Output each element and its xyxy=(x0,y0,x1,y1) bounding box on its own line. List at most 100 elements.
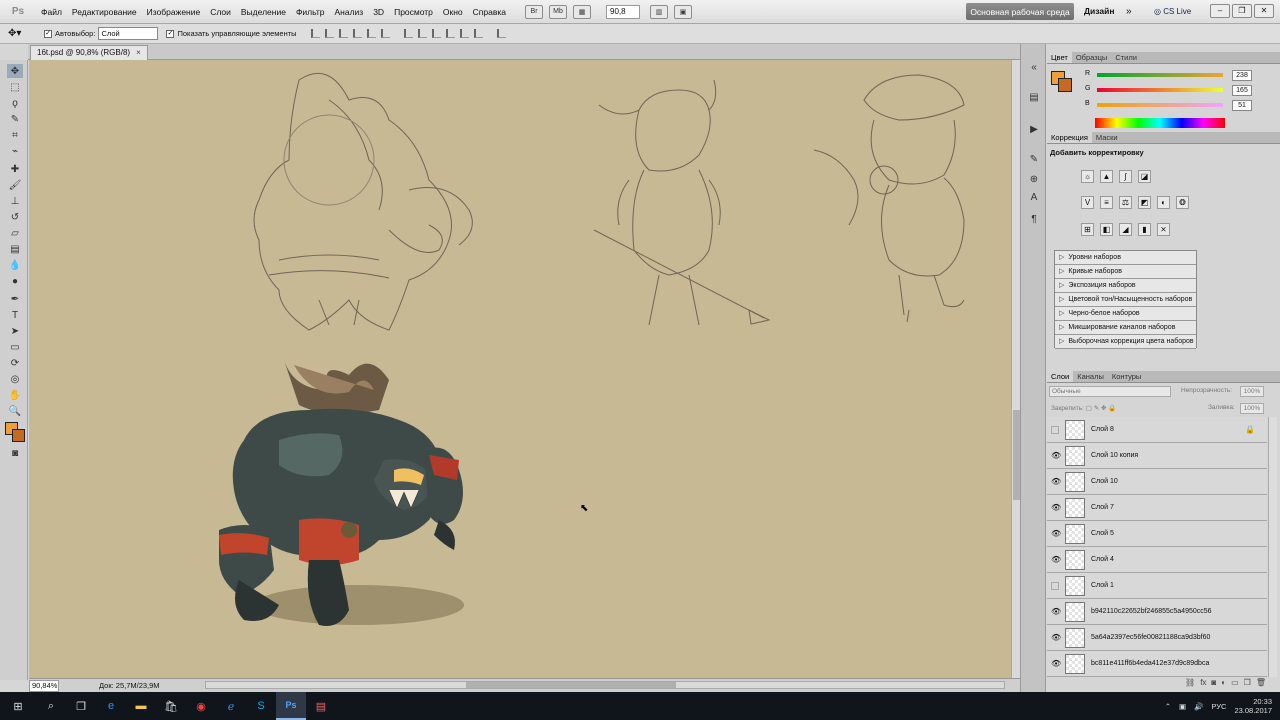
align-hcenter-icon[interactable] xyxy=(366,29,376,38)
move-tool-preset-icon[interactable]: ✥▾ xyxy=(8,26,36,42)
layers-scrollbar[interactable] xyxy=(1268,417,1277,677)
expand-arrow-icon[interactable]: ▷ xyxy=(1059,293,1064,306)
distribute-bottom-icon[interactable] xyxy=(431,29,441,38)
invert-icon[interactable]: ⊞ xyxy=(1081,223,1094,236)
pen-tool-icon[interactable]: ✒ xyxy=(7,292,23,306)
add-mask-icon[interactable]: ◙ xyxy=(1211,678,1216,690)
preset-item[interactable]: ▷ Черно-белое наборов xyxy=(1055,307,1196,321)
green-slider[interactable] xyxy=(1097,88,1223,92)
character-panel-icon[interactable]: A xyxy=(1027,190,1041,204)
close-button[interactable]: ✕ xyxy=(1254,4,1274,18)
expand-arrow-icon[interactable]: ▷ xyxy=(1059,307,1064,320)
clone-source-panel-icon[interactable]: ⊕ xyxy=(1027,172,1041,186)
clock[interactable]: 20:33 23.08.2017 xyxy=(1234,697,1272,715)
3d-orbit-tool-icon[interactable]: ◎ xyxy=(7,372,23,386)
exposure-icon[interactable]: ◪ xyxy=(1138,170,1151,183)
screen-mode-button[interactable]: ▣ xyxy=(674,4,693,19)
shape-tool-icon[interactable]: ▭ xyxy=(7,340,23,354)
red-value-field[interactable]: 238 xyxy=(1232,70,1252,81)
gradient-map-icon[interactable]: ▮ xyxy=(1138,223,1151,236)
layer-style-icon[interactable]: fx xyxy=(1200,678,1206,690)
layer-row[interactable]: 👁 Слой 7 xyxy=(1047,495,1267,521)
align-bottom-icon[interactable] xyxy=(338,29,348,38)
marquee-tool-icon[interactable]: ⬚ xyxy=(7,80,23,94)
new-adjustment-icon[interactable]: ◐ xyxy=(1221,678,1226,690)
cs-live-button[interactable]: ◎ CS Live xyxy=(1154,3,1191,20)
layer-row[interactable]: 👁 Слой 10 xyxy=(1047,469,1267,495)
arrange-documents-button[interactable]: ▥ xyxy=(650,4,669,19)
history-panel-icon[interactable]: ▤ xyxy=(1027,90,1041,104)
minimize-button[interactable]: – xyxy=(1210,4,1230,18)
visibility-eye-icon[interactable] xyxy=(1051,582,1059,590)
expand-arrow-icon[interactable]: ▷ xyxy=(1059,335,1064,348)
expand-arrow-icon[interactable]: ▷ xyxy=(1059,321,1064,334)
path-selection-tool-icon[interactable]: ➤ xyxy=(7,324,23,338)
collapse-panels-icon[interactable]: « xyxy=(1027,60,1041,74)
more-workspaces-icon[interactable]: » xyxy=(1126,3,1132,20)
panel-tab[interactable]: Контуры xyxy=(1108,371,1145,382)
new-group-icon[interactable]: ▭ xyxy=(1231,678,1239,690)
zoom-tool-icon[interactable]: 🔍 xyxy=(7,404,23,418)
skype-icon[interactable]: S xyxy=(246,692,276,720)
menu-item[interactable]: Просмотр xyxy=(389,0,438,24)
edge-icon[interactable]: e xyxy=(96,692,126,720)
close-tab-icon[interactable]: × xyxy=(136,46,141,60)
search-icon[interactable]: ⌕ xyxy=(36,692,66,720)
start-icon[interactable]: ⊞ xyxy=(0,692,36,720)
3d-rotate-tool-icon[interactable]: ⟳ xyxy=(7,356,23,370)
vibrance-icon[interactable]: V xyxy=(1081,196,1094,209)
curves-icon[interactable]: ∫ xyxy=(1119,170,1132,183)
canvas-vertical-scrollbar[interactable] xyxy=(1011,60,1020,678)
panel-tab[interactable]: Слои xyxy=(1047,371,1074,382)
photo-filter-icon[interactable]: ◐ xyxy=(1157,196,1170,209)
visibility-eye-icon[interactable]: 👁 xyxy=(1051,529,1061,539)
internet-explorer-icon[interactable]: ℯ xyxy=(216,692,246,720)
quick-selection-tool-icon[interactable]: ✎ xyxy=(7,112,23,126)
menu-item[interactable]: Фильтр xyxy=(291,0,330,24)
horizontal-scroll-thumb[interactable] xyxy=(466,682,676,688)
black-white-icon[interactable]: ◩ xyxy=(1138,196,1151,209)
expand-arrow-icon[interactable]: ▷ xyxy=(1059,279,1064,292)
document-tab[interactable]: 16t.psd @ 90,8% (RGB/8) × xyxy=(30,45,148,60)
gradient-tool-icon[interactable]: ▤ xyxy=(7,242,23,256)
threshold-icon[interactable]: ◢ xyxy=(1119,223,1132,236)
distribute-top-icon[interactable] xyxy=(403,29,413,38)
task-view-icon[interactable]: ❐ xyxy=(66,692,96,720)
background-color-swatch[interactable] xyxy=(12,429,25,442)
preset-item[interactable]: ▷ Экспозиция наборов xyxy=(1055,279,1196,293)
eyedropper-tool-icon[interactable]: ⌁ xyxy=(7,144,23,158)
actions-panel-icon[interactable]: ▶ xyxy=(1027,122,1041,136)
layer-row[interactable]: 👁 5a64a2397ec56fe00821188ca9d3bf60 xyxy=(1047,625,1267,651)
autoselect-checkbox[interactable]: ✓ xyxy=(44,29,52,38)
paragraph-panel-icon[interactable]: ¶ xyxy=(1027,212,1041,226)
file-explorer-icon[interactable]: ▬ xyxy=(126,692,156,720)
dodge-tool-icon[interactable]: ● xyxy=(7,274,23,288)
menu-item[interactable]: Окно xyxy=(438,0,468,24)
red-slider[interactable] xyxy=(1097,73,1223,77)
visibility-eye-icon[interactable]: 👁 xyxy=(1051,477,1061,487)
chrome-icon[interactable]: ◉ xyxy=(186,692,216,720)
preset-item[interactable]: ▷ Цветовой тон/Насыщенность наборов xyxy=(1055,293,1196,307)
eraser-tool-icon[interactable]: ▱ xyxy=(7,226,23,240)
blue-value-field[interactable]: 51 xyxy=(1232,100,1252,111)
crop-tool-icon[interactable]: ⌗ xyxy=(7,128,23,142)
auto-align-icon[interactable] xyxy=(496,29,506,38)
status-zoom-field[interactable]: 90,84% xyxy=(29,679,59,692)
layer-row[interactable]: Слой 1 xyxy=(1047,573,1267,599)
move-tool-icon[interactable]: ✥ xyxy=(7,64,23,78)
panel-tab[interactable]: Маски xyxy=(1092,132,1122,143)
color-background-swatch[interactable] xyxy=(1058,78,1072,92)
distribute-right-icon[interactable] xyxy=(473,29,483,38)
align-top-icon[interactable] xyxy=(310,29,320,38)
pdf-reader-icon[interactable]: ▤ xyxy=(306,692,336,720)
preset-item[interactable]: ▷ Выборочная коррекция цвета наборов xyxy=(1055,335,1196,349)
expand-arrow-icon[interactable]: ▷ xyxy=(1059,251,1064,264)
canvas-horizontal-scrollbar[interactable] xyxy=(205,681,1005,689)
distribute-hcenter-icon[interactable] xyxy=(459,29,469,38)
hue-saturation-icon[interactable]: ≡ xyxy=(1100,196,1113,209)
opacity-field[interactable]: 100% xyxy=(1240,386,1264,397)
layer-row[interactable]: 👁 Слой 4 xyxy=(1047,547,1267,573)
blend-mode-dropdown[interactable]: Обычные xyxy=(1049,386,1171,397)
preset-item[interactable]: ▷ Уровни наборов xyxy=(1055,251,1196,265)
network-icon[interactable]: ▣ xyxy=(1179,702,1186,711)
